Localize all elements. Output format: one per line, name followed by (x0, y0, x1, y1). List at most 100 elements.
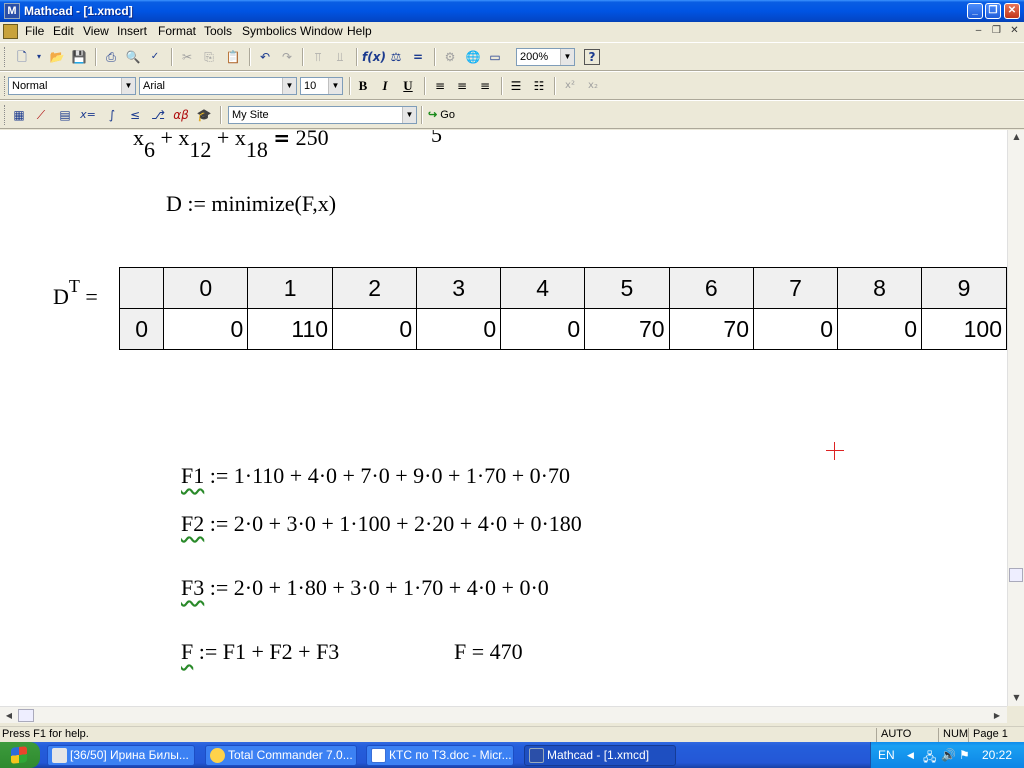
print-preview-icon[interactable]: 🔍 (123, 48, 143, 66)
align-right-icon[interactable]: ≡ (475, 77, 495, 95)
symbolic-icon[interactable]: 🎓 (194, 106, 214, 124)
minimize-button[interactable]: _ (967, 3, 983, 19)
horizontal-scrollbar[interactable]: ◀ ▶ (0, 706, 1007, 723)
chevron-down-icon[interactable]: ▼ (121, 78, 135, 94)
taskbar-item[interactable]: Total Commander 7.0... (205, 745, 357, 766)
align-top-icon[interactable]: ⫪ (308, 48, 328, 66)
matrix-cell[interactable]: 70 (584, 308, 670, 350)
transpose-label[interactable]: DT = (53, 276, 98, 310)
menu-file[interactable]: File (22, 24, 47, 38)
programming-icon[interactable]: ⎇ (148, 106, 168, 124)
new-dropdown-icon[interactable]: ▾ (34, 48, 44, 66)
network-icon[interactable]: 🖧 (923, 748, 936, 768)
resource-center-icon[interactable]: ▭ (485, 48, 505, 66)
flag-icon[interactable]: ⚑ (959, 748, 970, 762)
new-file-icon[interactable]: 🗋 (12, 48, 32, 66)
taskbar-item[interactable]: КТС по ТЗ.doc - Micr... (366, 745, 514, 766)
matrix-cell[interactable]: 0 (837, 308, 923, 350)
toolbar-grip[interactable] (4, 105, 7, 125)
undo-icon[interactable]: ↶ (255, 48, 275, 66)
document-icon[interactable] (3, 24, 18, 39)
open-folder-icon[interactable]: 📂 (47, 48, 67, 66)
matrix-cell[interactable]: 110 (247, 308, 334, 350)
copy-icon[interactable]: ⎘ (199, 48, 219, 66)
doc-close-button[interactable]: ✕ (1008, 25, 1021, 37)
boolean-icon[interactable]: ≤ (125, 106, 145, 124)
zoom-select[interactable]: 200% ▼ (516, 48, 575, 66)
align-left-icon[interactable]: ≡ (430, 77, 450, 95)
language-indicator[interactable]: EN (878, 748, 895, 762)
insert-hyperlink-icon[interactable]: 🌐 (463, 48, 483, 66)
redo-icon[interactable]: ↷ (277, 48, 297, 66)
scroll-up-icon[interactable]: ▲ (1008, 130, 1024, 144)
insert-component-icon[interactable]: ⚙ (440, 48, 460, 66)
doc-minimize-button[interactable]: – (972, 25, 985, 37)
style-select[interactable]: Normal ▼ (8, 77, 136, 95)
bullets-icon[interactable]: ☰ (506, 77, 526, 95)
menu-format[interactable]: Format (155, 24, 199, 38)
constraint-sum[interactable]: x6 + x12 + x18 = 250 (133, 130, 329, 162)
maximize-button[interactable]: ❐ (985, 3, 1001, 19)
chevron-down-icon[interactable]: ▼ (328, 78, 342, 94)
font-select[interactable]: Arial ▼ (139, 77, 297, 95)
matrix-icon[interactable]: ▤ (55, 106, 75, 124)
greek-icon[interactable]: αβ (171, 106, 191, 124)
menu-help[interactable]: Help (344, 24, 375, 38)
taskbar-item[interactable]: [36/50] Ирина Билы... (47, 745, 195, 766)
menu-view[interactable]: View (80, 24, 112, 38)
chevron-down-icon[interactable]: ▼ (282, 78, 296, 94)
go-button[interactable]: ↪ Go (426, 106, 455, 124)
chevron-down-icon[interactable]: ▼ (560, 49, 574, 65)
chevron-down-icon[interactable]: ▼ (402, 107, 416, 123)
scroll-down-icon[interactable]: ▼ (1008, 691, 1024, 705)
close-button[interactable]: ✕ (1004, 3, 1020, 19)
mathcad-app-icon[interactable]: M (4, 3, 20, 19)
worksheet[interactable]: x6 + x12 + x18 = 250 x5 = 0 D := minimiz… (0, 130, 1007, 706)
calculus-icon[interactable]: ∫ (102, 106, 122, 124)
f3-definition[interactable]: F3 := 2·0 + 1·80 + 3·0 + 1·70 + 4·0 + 0·… (181, 575, 549, 601)
menu-symbolics[interactable]: Symbolics (239, 24, 300, 38)
menu-edit[interactable]: Edit (50, 24, 77, 38)
align-center-icon[interactable]: ≡ (452, 77, 472, 95)
cut-icon[interactable]: ✂ (177, 48, 197, 66)
constraint-x5[interactable]: x5 = 0 (420, 130, 481, 147)
toolbar-grip[interactable] (4, 47, 7, 67)
matrix-cell[interactable]: 100 (921, 308, 1007, 350)
result-matrix[interactable]: 0 1 2 3 4 5 6 7 8 9 0 0 110 0 0 0 70 70 … (118, 267, 1007, 350)
font-size-select[interactable]: 10 ▼ (300, 77, 343, 95)
calculate-icon[interactable]: = (408, 48, 428, 66)
matrix-cell[interactable]: 0 (416, 308, 502, 350)
scroll-right-icon[interactable]: ▶ (990, 707, 1004, 724)
start-button[interactable] (0, 742, 40, 768)
numbering-icon[interactable]: ☷ (529, 77, 549, 95)
italic-button[interactable]: I (375, 77, 395, 95)
calculator-icon[interactable]: ▦ (9, 106, 29, 124)
scroll-left-icon[interactable]: ◀ (2, 707, 16, 724)
matrix-cell[interactable]: 0 (500, 308, 586, 350)
scroll-thumb[interactable] (18, 709, 34, 722)
vertical-scrollbar[interactable]: ▲ ▼ (1007, 130, 1024, 706)
matrix-cell[interactable]: 0 (332, 308, 418, 350)
spell-check-icon[interactable]: ✓ (145, 48, 165, 66)
bold-button[interactable]: B (353, 77, 373, 95)
menu-window[interactable]: Window (297, 24, 346, 38)
insert-unit-icon[interactable]: ⚖ (386, 48, 406, 66)
align-down-icon[interactable]: ⫫ (330, 48, 350, 66)
paste-icon[interactable]: 📋 (223, 48, 243, 66)
f2-definition[interactable]: F2 := 2·0 + 3·0 + 1·100 + 2·20 + 4·0 + 0… (181, 511, 582, 537)
f-result[interactable]: F = 470 (454, 639, 523, 665)
matrix-cell[interactable]: 0 (753, 308, 839, 350)
save-icon[interactable]: 💾 (69, 48, 89, 66)
resources-select[interactable]: My Site ▼ (228, 106, 417, 124)
print-icon[interactable]: ⎙ (101, 48, 121, 66)
menu-insert[interactable]: Insert (114, 24, 150, 38)
doc-restore-button[interactable]: ❐ (990, 25, 1003, 37)
taskbar-item-active[interactable]: Mathcad - [1.xmcd] (524, 745, 676, 766)
insert-function-icon[interactable]: f(x) (362, 48, 386, 66)
minimize-definition[interactable]: D := minimize(F,x) (166, 191, 336, 217)
volume-icon[interactable]: 🔊 (941, 748, 956, 762)
title-bar[interactable]: M Mathcad - [1.xmcd] _ ❐ ✕ (0, 0, 1024, 22)
scroll-thumb[interactable] (1009, 568, 1023, 582)
f1-definition[interactable]: F1 := 1·110 + 4·0 + 7·0 + 9·0 + 1·70 + 0… (181, 463, 570, 489)
subscript-icon[interactable]: x₂ (583, 77, 603, 95)
